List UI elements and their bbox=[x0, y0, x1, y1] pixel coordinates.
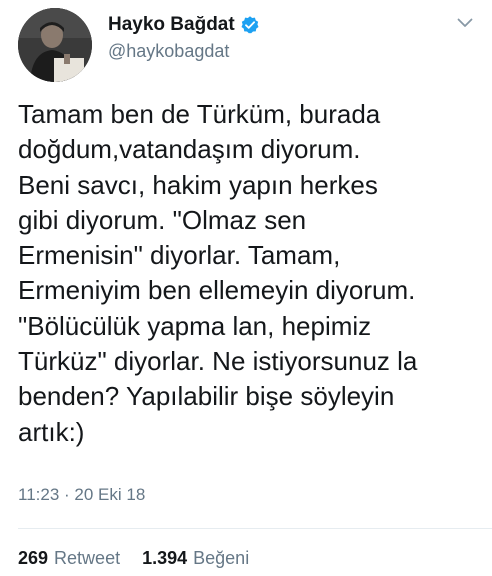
likes-label: Beğeni bbox=[193, 548, 250, 568]
tweet-card: Hayko Bağdat @haykobagdat Tamam ben de T… bbox=[0, 0, 492, 576]
tweet-text: Tamam ben de Türküm, burada doğdum,vatan… bbox=[18, 99, 418, 447]
likes-stat[interactable]: 1.394 Beğeni bbox=[142, 548, 249, 569]
likes-count: 1.394 bbox=[142, 548, 188, 568]
retweets-count: 269 bbox=[18, 548, 49, 568]
display-name[interactable]: Hayko Bağdat bbox=[108, 14, 235, 36]
user-handle[interactable]: @haykobagdat bbox=[108, 41, 260, 62]
tweet-header: Hayko Bağdat @haykobagdat bbox=[18, 8, 484, 82]
retweets-stat[interactable]: 269 Retweet bbox=[18, 548, 120, 569]
tweet-stats: 269 Retweet 1.394 Beğeni bbox=[18, 548, 249, 569]
avatar-image bbox=[18, 8, 92, 82]
name-row: Hayko Bağdat bbox=[108, 12, 260, 38]
tweet-timestamp[interactable]: 11:23 · 20 Eki 18 bbox=[18, 485, 145, 505]
retweets-label: Retweet bbox=[54, 548, 121, 568]
author-info: Hayko Bağdat @haykobagdat bbox=[108, 12, 260, 62]
chevron-down-icon[interactable] bbox=[454, 12, 476, 34]
verified-badge-icon bbox=[240, 15, 260, 35]
divider bbox=[18, 528, 492, 529]
avatar[interactable] bbox=[18, 8, 92, 82]
